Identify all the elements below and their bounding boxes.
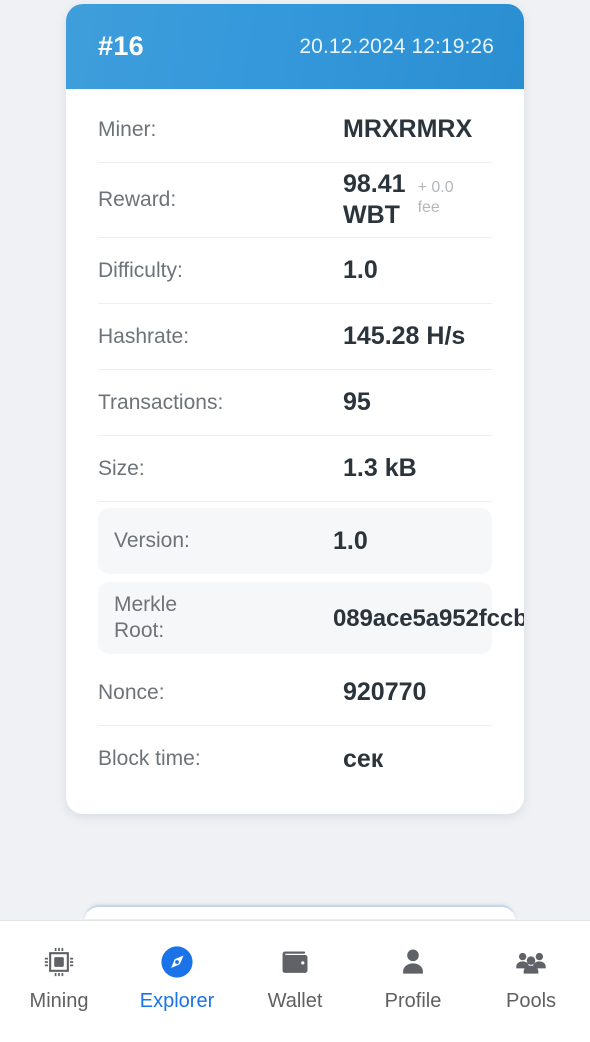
nav-item-profile[interactable]: Profile [354, 943, 472, 1013]
row-value-merkle-root[interactable]: 089ace5a952fccba... [203, 603, 524, 634]
block-card-header: #16 20.12.2024 12:19:26 [66, 4, 524, 89]
row-reward: Reward: 98.41 WBT + 0.0 fee [98, 163, 492, 238]
nav-item-wallet[interactable]: Wallet [236, 943, 354, 1013]
row-label-miner: Miner: [98, 117, 157, 141]
row-merkle-root[interactable]: Merkle Root: 089ace5a952fccba... [98, 582, 524, 654]
row-value-nonce: 920770 [343, 678, 427, 706]
row-miner: Miner: MRXRMRX [98, 97, 492, 163]
row-difficulty: Difficulty: 1.0 [98, 238, 492, 304]
row-label-difficulty: Difficulty: [98, 258, 183, 282]
row-label-hashrate: Hashrate: [98, 324, 190, 348]
people-icon [512, 943, 550, 981]
block-timestamp: 20.12.2024 12:19:26 [299, 34, 494, 58]
wallet-icon [276, 943, 314, 981]
person-icon [394, 943, 432, 981]
row-block-time: Block time: сек [98, 726, 492, 792]
row-value-version: 1.0 [333, 526, 368, 555]
nav-item-explorer[interactable]: Explorer [118, 943, 236, 1013]
row-value-difficulty: 1.0 [343, 256, 378, 284]
row-value-size: 1.3 kB [343, 454, 417, 482]
row-label-reward: Reward: [98, 188, 177, 211]
row-hashrate: Hashrate: 145.28 H/s [98, 304, 492, 370]
block-number: #16 [98, 31, 144, 61]
row-label-version: Version: [114, 529, 190, 552]
nav-item-mining[interactable]: Mining [0, 943, 118, 1013]
nav-label-wallet: Wallet [267, 990, 323, 1012]
row-label-size: Size: [98, 456, 145, 480]
next-block-card-edge[interactable] [85, 905, 515, 919]
row-value-hashrate: 145.28 H/s [343, 322, 466, 350]
nav-item-pools[interactable]: Pools [472, 943, 590, 1013]
nav-label-mining: Mining [29, 990, 89, 1012]
row-label-transactions: Transactions: [98, 390, 224, 414]
block-detail-card: #16 20.12.2024 12:19:26 Miner: MRXRMRX R… [66, 4, 524, 814]
compass-icon [158, 943, 196, 981]
reward-fee: + 0.0 fee [417, 179, 454, 216]
row-size: Size: 1.3 kB [98, 436, 492, 502]
app-screen: #16 20.12.2024 12:19:26 Miner: MRXRMRX R… [0, 0, 590, 1042]
bottom-navigation-bar: Mining Explorer Wallet Profile Pools [0, 920, 590, 1042]
nav-label-pools: Pools [505, 990, 557, 1012]
block-card-body: Miner: MRXRMRX Reward: 98.41 WBT + 0.0 f… [66, 89, 524, 814]
nav-label-profile: Profile [384, 990, 442, 1012]
row-transactions: Transactions: 95 [98, 370, 492, 436]
reward-amount: 98.41 WBT [343, 170, 406, 229]
row-version: Version: 1.0 [98, 508, 492, 574]
row-label-block-time: Block time: [98, 747, 201, 770]
row-value-transactions: 95 [343, 388, 371, 416]
row-label-nonce: Nonce: [98, 680, 165, 704]
row-value-block-time: сек [343, 744, 384, 773]
nav-label-explorer: Explorer [139, 990, 215, 1012]
row-nonce: Nonce: 920770 [98, 660, 492, 726]
row-value-reward: 98.41 WBT + 0.0 fee [203, 169, 454, 231]
chip-icon [40, 943, 78, 981]
row-value-miner: MRXRMRX [343, 115, 473, 143]
row-label-merkle-root: Merkle Root: [114, 593, 178, 642]
